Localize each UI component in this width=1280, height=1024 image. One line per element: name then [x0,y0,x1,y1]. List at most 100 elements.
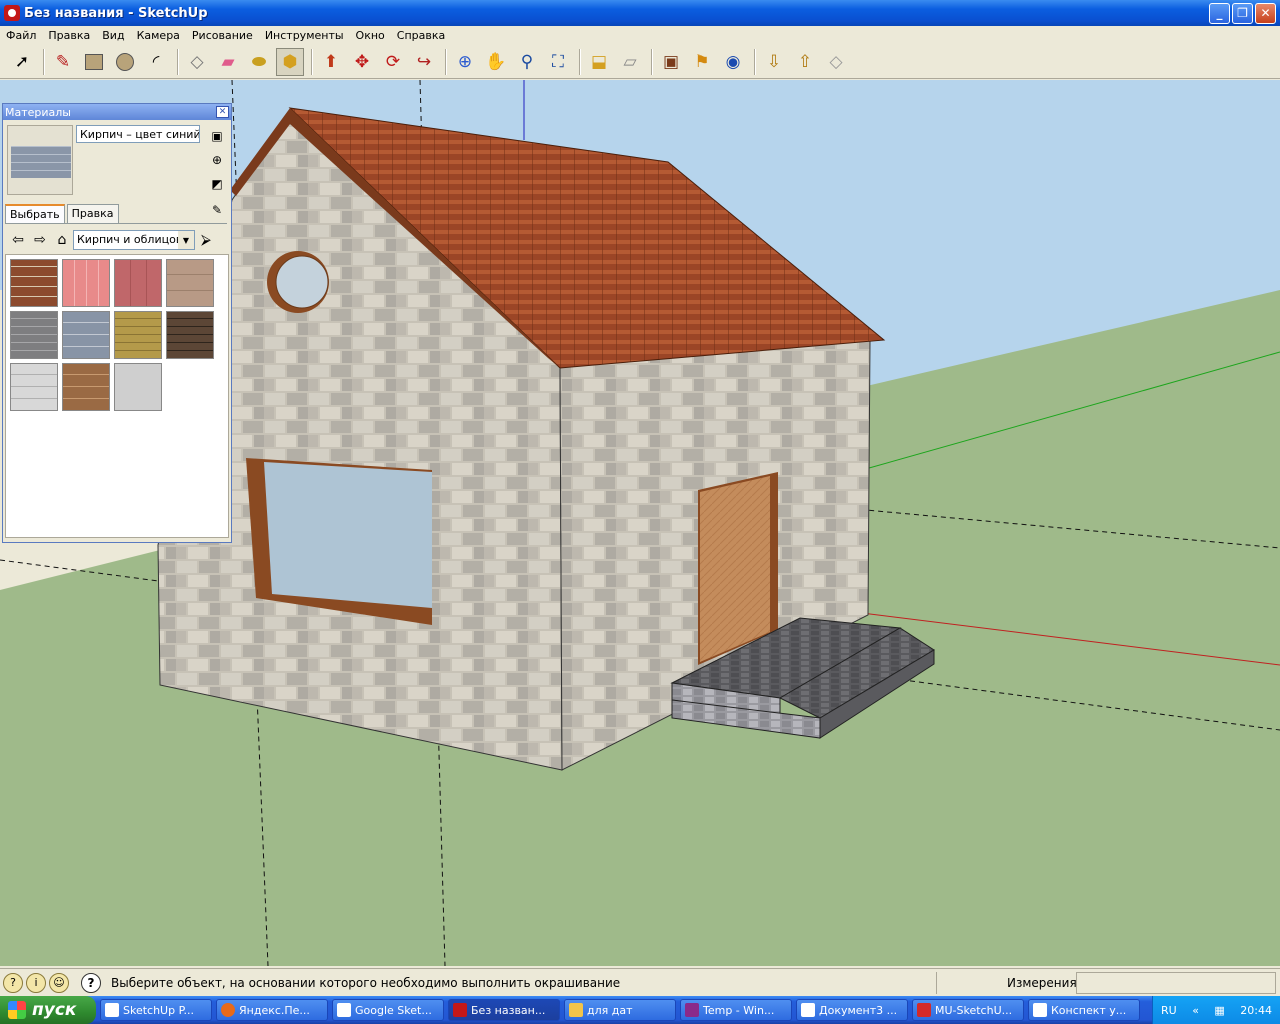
material-swatch-grid [5,254,229,538]
menu-tools[interactable]: Инструменты [259,29,350,42]
swatch-stucco-gray[interactable] [114,363,162,411]
materials-panel: Материалы ✕ Кирпич – цвет синий ▣ ⊕ ◩ ✎ … [2,103,232,543]
share-component-icon[interactable]: ◇ [822,48,850,76]
toolbar-separator [651,48,653,75]
follow-me-icon[interactable]: ↪ [410,48,438,76]
forward-arrow-icon[interactable]: ⇨ [29,232,51,248]
clock[interactable]: 20:44 [1240,1004,1272,1017]
push-pull-icon[interactable]: ⬆ [317,48,345,76]
taskbar-item[interactable]: Документ3 ... [796,999,908,1021]
default-material-icon[interactable]: ◩ [208,175,226,193]
menu-window[interactable]: Окно [350,29,391,42]
material-name-field[interactable]: Кирпич – цвет синий [76,125,200,143]
taskbar-item[interactable]: Яндекс.Пе... [216,999,328,1021]
model-info-icon[interactable]: ▣ [657,48,685,76]
menu-file[interactable]: Файл [0,29,42,42]
arc-icon[interactable]: ◜ [142,48,170,76]
materials-title: Материалы [5,105,71,119]
taskbar-item[interactable]: для дат [564,999,676,1021]
door[interactable] [700,476,770,662]
menu-view[interactable]: Вид [96,29,130,42]
eraser-icon[interactable]: ◇ [183,48,211,76]
pan-icon[interactable]: ✋ [482,48,510,76]
window-title: Без названия - SketchUp [24,5,208,21]
menu-edit[interactable]: Правка [42,29,96,42]
menu-camera[interactable]: Камера [131,29,186,42]
material-category-select[interactable]: Кирпич и облицовка ▼ [73,230,195,250]
winrar-icon [685,1003,699,1017]
details-icon[interactable]: ⮚ [195,232,217,248]
language-indicator[interactable]: RU [1161,1004,1177,1017]
swatch-brick-red[interactable] [10,259,58,307]
terrain-icon[interactable]: ▱ [616,48,644,76]
menu-help[interactable]: Справка [391,29,451,42]
back-arrow-icon[interactable]: ⇦ [7,232,29,248]
tab-edit[interactable]: Правка [66,204,119,223]
taskbar-item[interactable]: Конспект у... [1028,999,1140,1021]
toolbar-separator [43,48,45,75]
materials-header: Материалы ✕ [3,104,231,120]
taskbar-item[interactable]: MU-SketchU... [912,999,1024,1021]
swatch-brick-dark[interactable] [166,311,214,359]
start-label: пуск [32,1000,77,1020]
help-icon[interactable]: ? [81,972,101,993]
taskbar: пуск SketchUp P... Яндекс.Пе... Google S… [0,996,1280,1024]
menu-draw[interactable]: Рисование [186,29,259,42]
minimize-button[interactable]: _ [1209,2,1230,24]
start-button[interactable]: пуск [0,996,96,1024]
word-doc-icon [105,1003,119,1017]
tray-chevron-icon[interactable]: « [1192,1004,1199,1017]
network-icon[interactable]: ▦ [1214,1004,1224,1017]
swatch-tile-pink[interactable] [62,259,110,307]
measurements-label: Измерения [936,971,1077,994]
measurements-input[interactable] [1076,971,1276,994]
toolbar-separator [311,48,313,75]
main-toolbar: ➚ ✎ ◜ ◇ ▰ ⬬ ⬢ ⬆ ✥ ⟳ ↪ ⊕ ✋ ⚲ ⛶ ⬓ ▱ ▣ ⚑ ◉ … [0,45,1280,79]
taskbar-item[interactable]: SketchUp P... [100,999,212,1021]
status-bar: ? i ☺ ? Выберите объект, на основании ко… [0,968,1280,996]
close-icon[interactable]: ✕ [216,106,229,118]
paint-bucket-icon[interactable]: ⬢ [276,47,304,76]
pencil-icon[interactable]: ✎ [49,48,77,76]
geo-location-icon[interactable]: ? [3,972,23,993]
home-icon[interactable]: ⌂ [51,232,73,248]
swatch-stone-gray[interactable] [10,311,58,359]
toolbar-separator [445,48,447,75]
tape-eraser-icon[interactable]: ▰ [214,48,242,76]
circle-icon[interactable] [111,48,139,76]
move-icon[interactable]: ✥ [348,48,376,76]
zoom-extents-icon[interactable]: ⛶ [544,48,572,76]
user-icon[interactable]: ☺ [49,972,69,993]
window-glass [264,462,432,608]
taskbar-item[interactable]: Google Sket... [332,999,444,1021]
swatch-siding-white[interactable] [10,363,58,411]
display-secondary-icon[interactable]: ▣ [208,127,226,145]
pdf-icon [917,1003,931,1017]
restore-button[interactable]: ❐ [1232,2,1253,24]
toolbar-separator [754,48,756,75]
zoom-icon[interactable]: ⚲ [513,48,541,76]
rectangle-icon[interactable] [80,48,108,76]
geo-icon[interactable]: ⚑ [688,48,716,76]
3d-warehouse-icon[interactable]: ⇧ [791,48,819,76]
swatch-brick-blue[interactable] [62,311,110,359]
rotate-icon[interactable]: ⟳ [379,48,407,76]
get-models-icon[interactable]: ◉ [719,48,747,76]
credits-icon[interactable]: i [26,972,46,993]
taskbar-item-active[interactable]: Без назван... [448,999,560,1021]
taskbar-item[interactable]: Temp - Win... [680,999,792,1021]
close-button[interactable]: ✕ [1255,2,1276,24]
select-icon[interactable]: ➚ [8,48,36,76]
orbit-icon[interactable]: ⊕ [451,48,479,76]
swatch-brick-yellow[interactable] [114,311,162,359]
create-material-icon[interactable]: ⊕ [208,151,226,169]
share-model-icon[interactable]: ⇩ [760,48,788,76]
swatch-stone-beige[interactable] [166,259,214,307]
swatch-tile-red[interactable] [114,259,162,307]
tab-select[interactable]: Выбрать [5,204,65,223]
tape-measure-icon[interactable]: ⬬ [245,48,273,76]
swatch-wood-brown[interactable] [62,363,110,411]
materials-tabs: Выбрать Правка [5,204,227,224]
add-location-icon[interactable]: ⬓ [585,48,613,76]
system-tray: RU « ▦ 20:44 [1152,996,1280,1024]
